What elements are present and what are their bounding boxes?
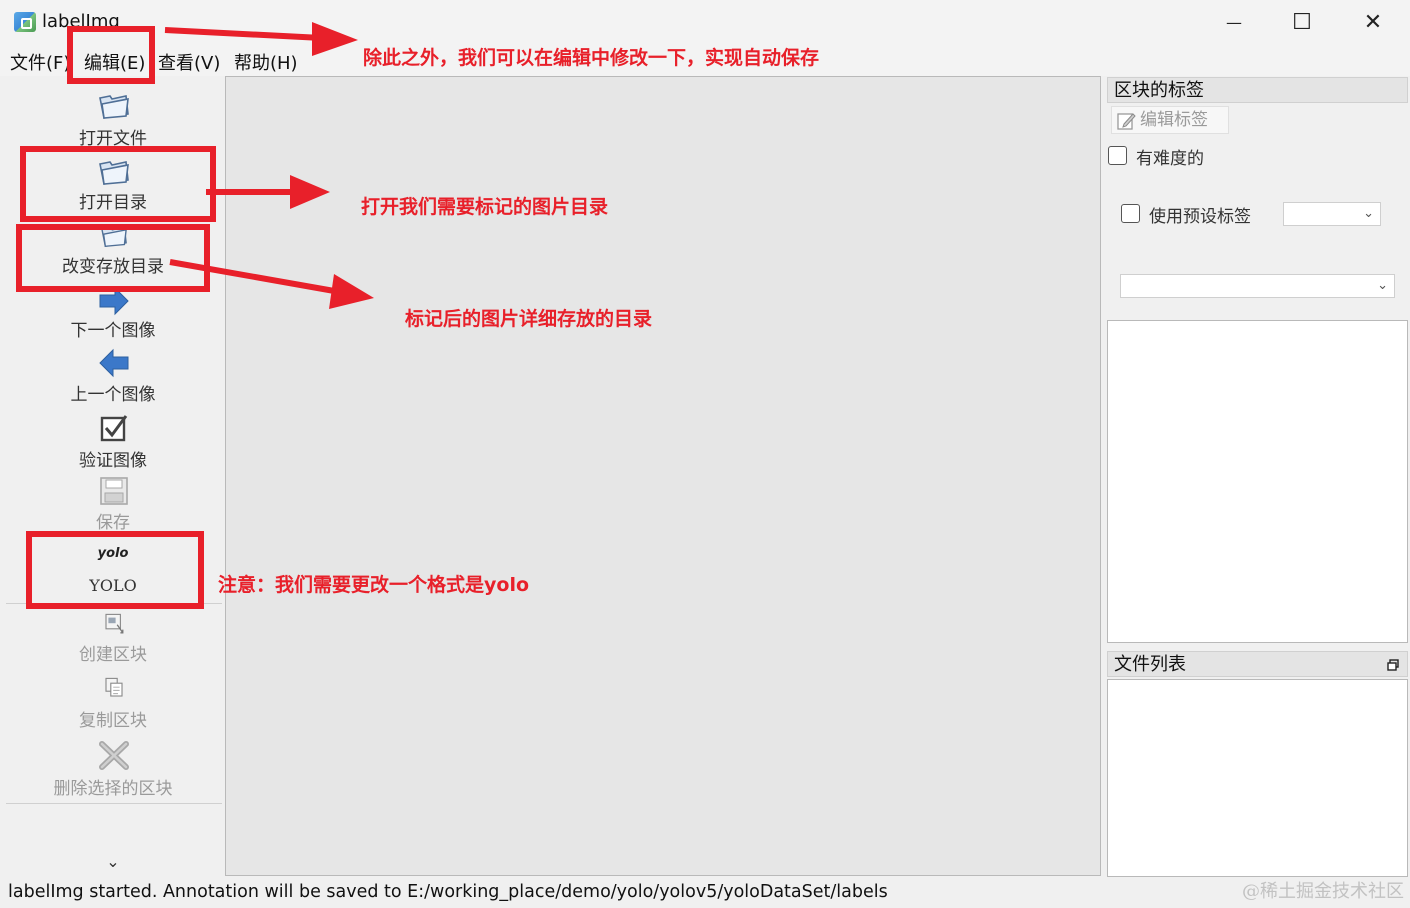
watermark: @稀土掘金技术社区 (1242, 881, 1404, 902)
use-default-label-checkbox[interactable] (1121, 204, 1140, 223)
chevron-down-icon: ⌄ (1377, 278, 1388, 293)
label-filter-combo[interactable]: ⌄ (1120, 274, 1395, 298)
annotation-box-edit-menu (67, 26, 155, 84)
open-file-button[interactable]: 打开文件 (2, 88, 224, 149)
image-canvas[interactable] (225, 76, 1101, 876)
arrow-left-icon (99, 348, 129, 378)
file-list-title-text: 文件列表 (1114, 654, 1186, 675)
annotation-open-dir-note: 打开我们需要标记的图片目录 (361, 196, 609, 218)
menu-view[interactable]: 查看(V) (158, 49, 220, 75)
folder-open-icon (99, 95, 129, 119)
edit-label-button[interactable]: 编辑标签 (1111, 106, 1229, 134)
create-box-label: 创建区块 (79, 645, 147, 665)
delete-icon (99, 741, 129, 770)
verify-image-label: 验证图像 (79, 451, 147, 471)
file-list[interactable] (1107, 679, 1408, 877)
annotation-format-note: 注意：我们需要更改一个格式是yolo (218, 574, 530, 596)
use-default-label-text: 使用预设标签 (1149, 207, 1251, 227)
annotation-box-open-dir (20, 146, 216, 222)
minimize-icon: — (1226, 12, 1242, 32)
delete-box-label: 删除选择的区块 (53, 779, 173, 799)
toolbar-separator (6, 803, 222, 804)
minimize-button[interactable]: — (1204, 6, 1264, 38)
annotation-box-format (26, 531, 204, 609)
box-labels-dock-title: 区块的标签 (1107, 77, 1408, 103)
close-button[interactable]: ✕ (1343, 6, 1403, 38)
annotation-box-save-dir (16, 224, 210, 292)
delete-box-button[interactable]: 删除选择的区块 (2, 738, 224, 802)
verify-image-button[interactable]: 验证图像 (2, 412, 224, 472)
toolbar-extension-button[interactable]: ⌄ (2, 852, 224, 871)
create-box-button[interactable]: 创建区块 (2, 608, 224, 670)
menu-file[interactable]: 文件(F) (10, 49, 70, 75)
next-image-button[interactable]: 下一个图像 (2, 286, 224, 346)
maximize-button[interactable]: ☐ (1272, 6, 1332, 38)
annotation-edit-note: 除此之外，我们可以在编辑中修改一下，实现自动保存 (363, 47, 820, 69)
close-icon: ✕ (1363, 9, 1383, 35)
prev-image-button[interactable]: 上一个图像 (2, 348, 224, 408)
file-list-dock-title: 文件列表 (1107, 651, 1408, 677)
float-dock-icon[interactable] (1387, 659, 1399, 671)
menu-help[interactable]: 帮助(H) (234, 49, 298, 75)
create-box-icon (105, 613, 124, 634)
prev-image-label: 上一个图像 (70, 385, 156, 405)
status-bar: labelImg started. Annotation will be sav… (0, 878, 1410, 908)
default-label-combo[interactable]: ⌄ (1283, 202, 1381, 226)
title-bar: labelImg — ☐ ✕ (0, 0, 1410, 44)
duplicate-icon (105, 677, 123, 697)
annotation-save-dir-note: 标记后的图片详细存放的目录 (405, 308, 653, 330)
chevron-down-icon: ⌄ (1363, 206, 1374, 221)
next-image-label: 下一个图像 (70, 321, 156, 341)
save-icon (100, 477, 128, 505)
duplicate-box-label: 复制区块 (79, 711, 147, 731)
edit-label-text: 编辑标签 (1140, 110, 1208, 130)
duplicate-box-button[interactable]: 复制区块 (2, 674, 224, 736)
save-label: 保存 (96, 513, 130, 533)
maximize-icon: ☐ (1292, 9, 1312, 35)
checkbox-checked-icon (100, 415, 128, 442)
difficult-checkbox[interactable] (1108, 146, 1127, 165)
difficult-label: 有难度的 (1136, 149, 1204, 169)
edit-icon (1117, 113, 1136, 130)
app-icon (14, 12, 36, 32)
save-button[interactable]: 保存 (2, 474, 224, 534)
box-label-list[interactable] (1107, 320, 1408, 643)
